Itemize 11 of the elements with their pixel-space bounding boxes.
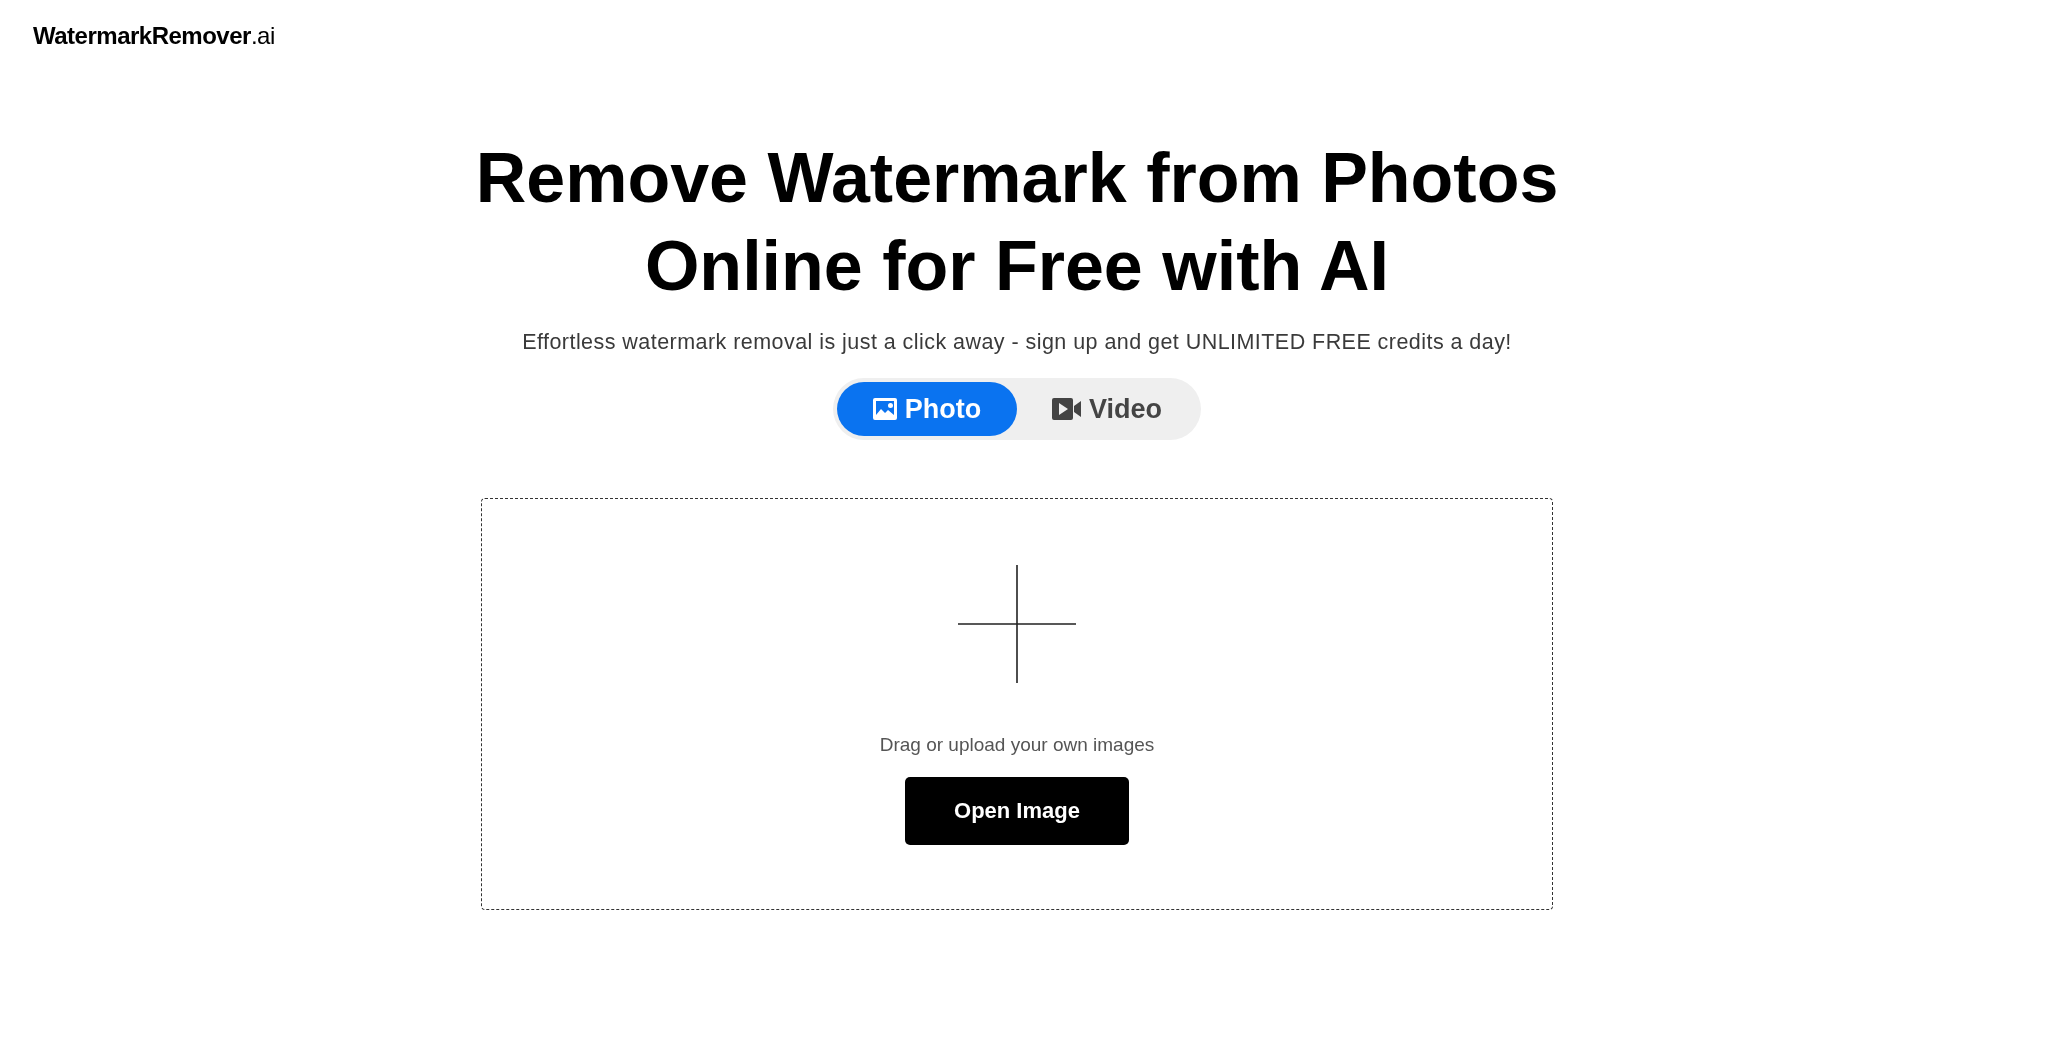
plus-icon bbox=[958, 565, 1076, 683]
subtitle: Effortless watermark removal is just a click away - sign up and get UNLIMITED FREE credits a day! bbox=[522, 329, 1512, 356]
media-tab[interactable]: Photo bbox=[837, 382, 1017, 436]
logo[interactable]: WatermarkRemover.ai bbox=[33, 22, 275, 50]
image-icon bbox=[872, 398, 897, 420]
media-tab[interactable]: Video bbox=[1017, 382, 1197, 436]
open-image-button[interactable]: Open Image bbox=[905, 777, 1129, 845]
upload-hint: Drag or upload your own images bbox=[879, 733, 1155, 757]
video-camera-icon bbox=[1052, 398, 1081, 420]
upload-dropzone[interactable]: Drag or upload your own images Open Image bbox=[481, 498, 1553, 910]
page-title: Remove Watermark from Photos Online for Free with AI bbox=[474, 138, 1560, 307]
